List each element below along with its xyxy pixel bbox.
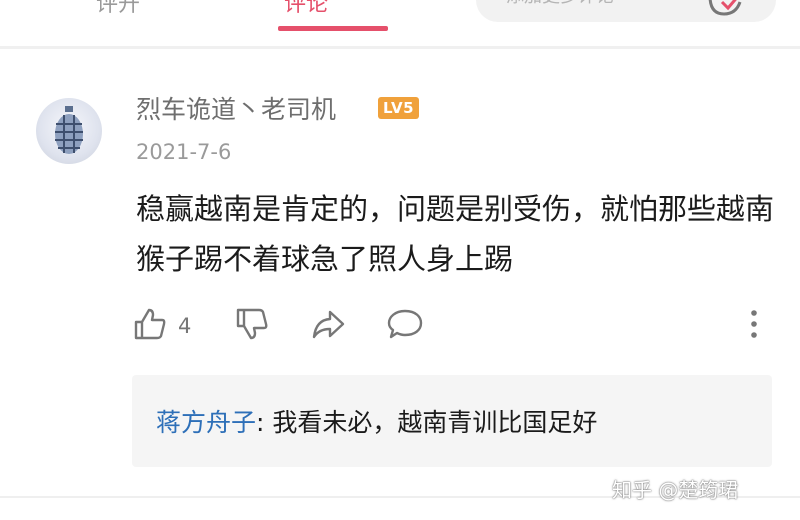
check-icon[interactable] [706, 0, 744, 18]
more-icon[interactable] [736, 306, 772, 342]
reply-preview[interactable]: 蒋方舟子: 我看未必，越南青训比国足好 [132, 375, 772, 467]
share-icon[interactable] [310, 306, 346, 342]
active-tab-indicator [278, 26, 388, 31]
comment-icon[interactable] [386, 306, 424, 342]
reply-line: 蒋方舟子: 我看未必，越南青训比国足好 [156, 403, 597, 439]
comment-date: 2021-7-6 [136, 140, 232, 164]
avatar[interactable] [36, 98, 102, 164]
tab-comments[interactable]: 评论 [284, 0, 328, 18]
watermark: 知乎 @楚筠珺 [612, 478, 739, 502]
grenade-icon [55, 106, 83, 154]
reply-colon: : [256, 408, 265, 437]
like-count: 4 [178, 314, 192, 338]
tab-left[interactable]: 评开 [96, 0, 140, 18]
reply-author[interactable]: 蒋方舟子 [156, 408, 256, 437]
level-badge: LV5 [378, 97, 420, 119]
search-placeholder: 添加更多评论 [506, 0, 614, 8]
tab-bar: 评开 评论 添加更多评论 [0, 0, 800, 34]
comment-text: 稳赢越南是肯定的，问题是别受伤，就怕那些越南猴子踢不着球急了照人身上踢 [136, 192, 775, 276]
reply-text: 我看未必，越南青训比国足好 [272, 408, 598, 437]
thumbs-up-icon[interactable] [132, 306, 168, 342]
divider [0, 46, 800, 49]
thumbs-down-icon[interactable] [234, 306, 270, 342]
username[interactable]: 烈车诡道丶老司机 [136, 90, 336, 126]
action-bar: 4 [132, 306, 772, 346]
